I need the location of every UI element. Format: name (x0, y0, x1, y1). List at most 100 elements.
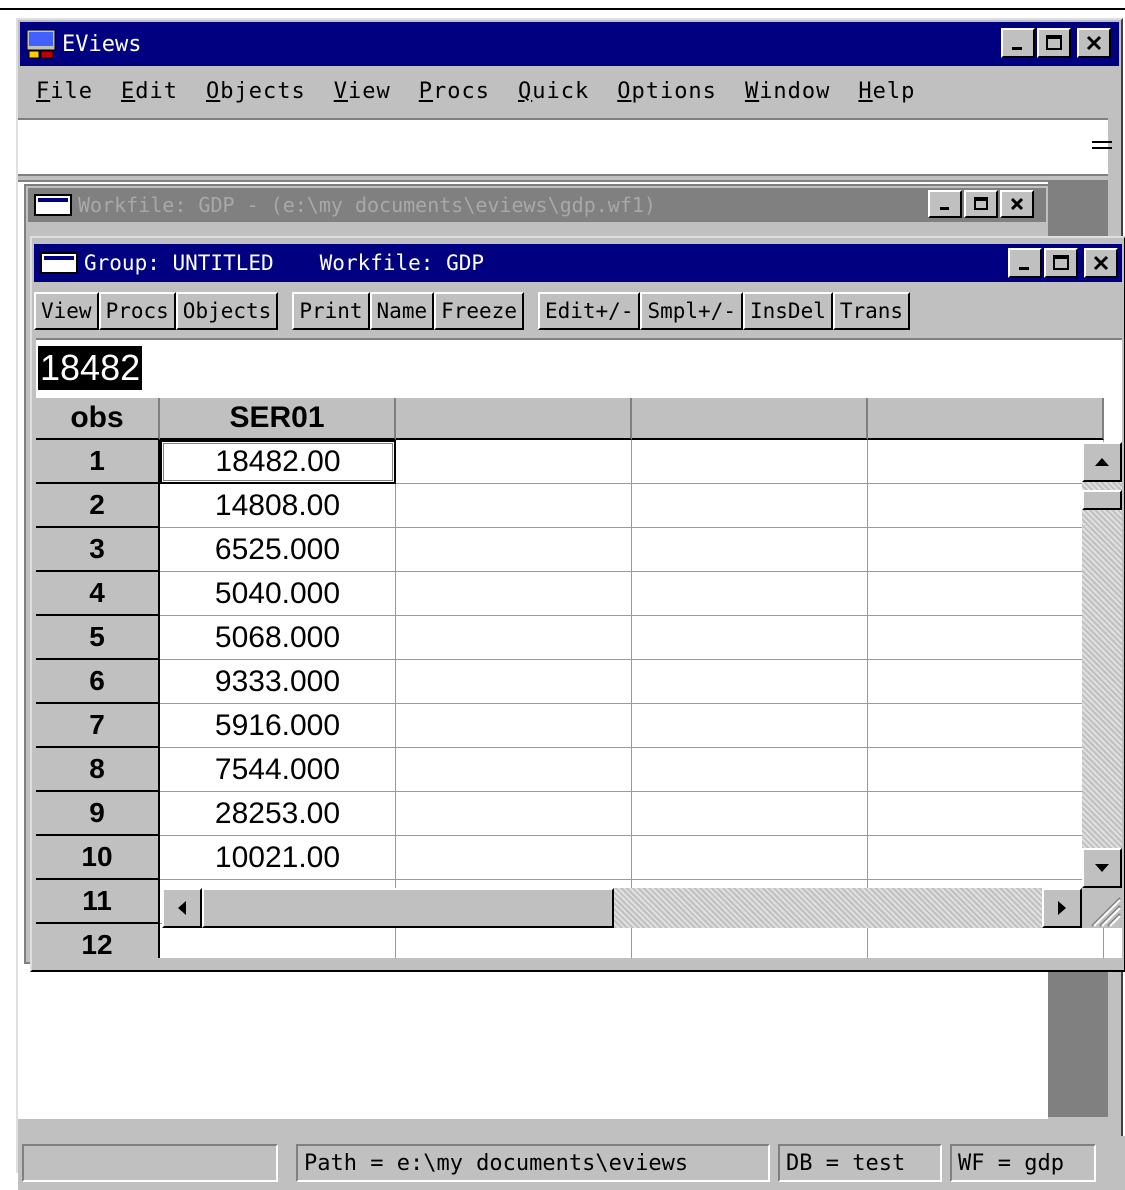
data-cell-ser01[interactable]: 28253.00 (160, 792, 396, 836)
column-header-1[interactable]: SER01 (160, 398, 396, 440)
data-cell-ser01[interactable]: 5068.000 (160, 616, 396, 660)
data-cell-empty[interactable] (868, 484, 1104, 528)
data-cell-ser01[interactable]: 7544.000 (160, 748, 396, 792)
menu-view[interactable]: View (334, 79, 391, 104)
smpl-toggle-button[interactable]: Smpl+/- (640, 292, 743, 330)
row-header[interactable]: 8 (36, 748, 160, 792)
row-header[interactable]: 10 (36, 836, 160, 880)
data-cell-empty[interactable] (632, 528, 868, 572)
scroll-left-button[interactable] (162, 888, 202, 928)
workfile-titlebar[interactable]: Workfile: GDP - (e:\my documents\eviews\… (28, 188, 1046, 222)
workfile-minimize-button[interactable] (928, 190, 962, 218)
data-cell-ser01[interactable] (160, 924, 396, 958)
workfile-close-button[interactable] (1000, 190, 1034, 218)
data-cell-empty[interactable] (396, 484, 632, 528)
print-button[interactable]: Print (292, 292, 370, 330)
menu-quick[interactable]: Quick (518, 79, 589, 104)
data-cell-ser01[interactable]: 10021.00 (160, 836, 396, 880)
data-cell-ser01[interactable]: 14808.00 (160, 484, 396, 528)
group-maximize-button[interactable] (1044, 248, 1078, 278)
group-minimize-button[interactable] (1008, 248, 1042, 278)
cell-edit-field[interactable]: 18482 (36, 338, 1122, 398)
data-cell-empty[interactable] (632, 572, 868, 616)
name-button[interactable]: Name (369, 292, 435, 330)
command-window[interactable] (18, 118, 1108, 176)
data-cell-empty[interactable] (396, 836, 632, 880)
data-cell-empty[interactable] (868, 528, 1104, 572)
data-cell-empty[interactable] (632, 924, 868, 958)
data-cell-empty[interactable] (396, 440, 632, 484)
data-cell-empty[interactable] (396, 924, 632, 958)
command-resize-handle[interactable] (1082, 120, 1122, 170)
data-cell-empty[interactable] (396, 572, 632, 616)
data-cell-empty[interactable] (632, 616, 868, 660)
minimize-button[interactable] (1001, 28, 1035, 58)
vertical-scrollbar[interactable] (1082, 442, 1122, 928)
menu-window[interactable]: Window (745, 79, 830, 104)
menu-options[interactable]: Options (617, 79, 717, 104)
close-button[interactable] (1077, 28, 1111, 58)
data-cell-empty[interactable] (632, 660, 868, 704)
menu-objects[interactable]: Objects (206, 79, 306, 104)
horizontal-scroll-thumb[interactable] (202, 888, 614, 928)
app-titlebar[interactable]: EViews (20, 22, 1119, 66)
group-titlebar[interactable]: Group: UNTITLED Workfile: GDP (34, 244, 1122, 282)
row-header[interactable]: 4 (36, 572, 160, 616)
data-cell-empty[interactable] (396, 528, 632, 572)
menu-procs[interactable]: Procs (419, 79, 490, 104)
row-header[interactable]: 3 (36, 528, 160, 572)
maximize-button[interactable] (1037, 28, 1071, 58)
resize-grip-icon[interactable] (1082, 888, 1122, 928)
workfile-maximize-button[interactable] (964, 190, 998, 218)
row-header[interactable]: 6 (36, 660, 160, 704)
scroll-down-button[interactable] (1082, 848, 1122, 888)
row-header[interactable]: 2 (36, 484, 160, 528)
column-header-3[interactable] (632, 398, 868, 440)
data-cell-ser01[interactable]: 5040.000 (160, 572, 396, 616)
cell-edit-value[interactable]: 18482 (38, 346, 143, 390)
row-header[interactable]: 5 (36, 616, 160, 660)
trans-button[interactable]: Trans (832, 292, 911, 330)
data-cell-empty[interactable] (396, 616, 632, 660)
row-header[interactable]: 7 (36, 704, 160, 748)
data-cell-empty[interactable] (632, 704, 868, 748)
data-cell-empty[interactable] (868, 572, 1104, 616)
scroll-right-button[interactable] (1042, 888, 1082, 928)
group-window[interactable]: Group: UNTITLED Workfile: GDP View Procs… (30, 236, 1125, 972)
column-header-4[interactable] (868, 398, 1104, 440)
data-cell-empty[interactable] (868, 660, 1104, 704)
data-cell-ser01[interactable]: 6525.000 (160, 528, 396, 572)
data-cell-empty[interactable] (868, 792, 1104, 836)
vertical-scroll-thumb[interactable] (1082, 490, 1122, 510)
column-header-obs[interactable]: obs (36, 398, 160, 440)
row-header[interactable]: 11 (36, 880, 160, 924)
scroll-up-button[interactable] (1082, 442, 1122, 482)
menu-help[interactable]: Help (858, 79, 915, 104)
data-cell-ser01[interactable]: 18482.00 (160, 440, 396, 484)
data-cell-empty[interactable] (632, 484, 868, 528)
data-cell-empty[interactable] (868, 440, 1104, 484)
edit-toggle-button[interactable]: Edit+/- (537, 292, 641, 330)
horizontal-scrollbar[interactable] (162, 888, 1082, 928)
group-close-button[interactable] (1084, 248, 1118, 278)
insdel-button[interactable]: InsDel (743, 292, 833, 330)
column-header-2[interactable] (396, 398, 632, 440)
data-cell-empty[interactable] (632, 792, 868, 836)
view-button[interactable]: View (34, 292, 99, 330)
data-cell-empty[interactable] (868, 924, 1104, 958)
data-cell-empty[interactable] (868, 704, 1104, 748)
procs-button[interactable]: Procs (98, 292, 176, 330)
data-cell-empty[interactable] (632, 748, 868, 792)
objects-button[interactable]: Objects (175, 292, 279, 330)
data-cell-empty[interactable] (632, 836, 868, 880)
data-cell-empty[interactable] (396, 660, 632, 704)
menu-file[interactable]: File (36, 79, 93, 104)
freeze-button[interactable]: Freeze (434, 292, 524, 330)
row-header[interactable]: 12 (36, 924, 160, 958)
data-cell-empty[interactable] (868, 616, 1104, 660)
data-cell-empty[interactable] (868, 748, 1104, 792)
row-header[interactable]: 9 (36, 792, 160, 836)
data-cell-empty[interactable] (632, 440, 868, 484)
data-cell-empty[interactable] (396, 792, 632, 836)
data-cell-empty[interactable] (396, 748, 632, 792)
